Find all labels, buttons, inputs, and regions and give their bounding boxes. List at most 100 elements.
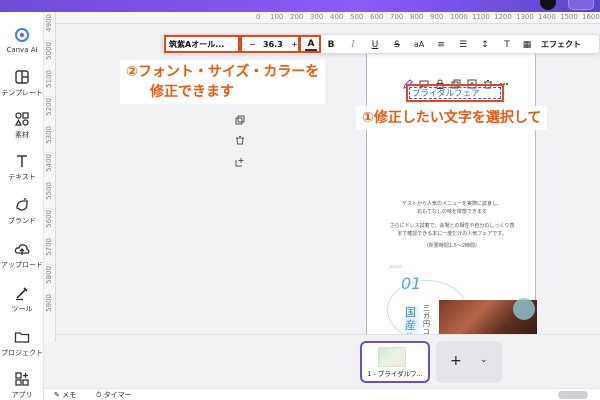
ruler-label: 4900 bbox=[45, 14, 53, 32]
copy-page-icon[interactable] bbox=[234, 114, 246, 126]
sidebar-item-label: Canva AI bbox=[6, 46, 38, 54]
ruler-label: 200 bbox=[290, 13, 304, 21]
vertical-ruler: 4900 5000 5100 5200 5300 5400 5500 5600 … bbox=[44, 12, 56, 342]
effects-button[interactable]: エフェクト bbox=[541, 38, 581, 52]
thumbnail-image bbox=[378, 347, 406, 367]
page-thumbnail[interactable]: 1 - ブライダルフ... bbox=[360, 341, 430, 383]
sidebar-item-label: テキスト bbox=[8, 173, 36, 181]
ruler-label: 1000 bbox=[450, 13, 468, 21]
selected-text[interactable]: ブライダルフェア bbox=[412, 87, 480, 99]
ruler-label: 5000 bbox=[45, 42, 53, 60]
chevron-down-icon[interactable]: ⌄ bbox=[480, 355, 488, 365]
bold-button[interactable]: B bbox=[323, 38, 339, 52]
letter-case-button[interactable]: aA bbox=[411, 38, 427, 52]
italic-button[interactable]: I bbox=[345, 38, 361, 52]
ruler-label: 5700 bbox=[45, 238, 53, 256]
template-icon bbox=[15, 70, 29, 84]
spacing-button[interactable]: ↕ bbox=[477, 38, 493, 52]
ruler-label: 5500 bbox=[45, 182, 53, 200]
folder-icon bbox=[14, 332, 30, 343]
font-hint-line-1: ②フォント・サイズ・カラーを bbox=[126, 64, 320, 80]
add-page-button[interactable]: + ⌄ bbox=[436, 341, 502, 383]
page-thumbnail-label: 1 - ブライダルフ... bbox=[367, 370, 423, 378]
size-highlight-box bbox=[240, 35, 300, 53]
notes-button[interactable]: ✎ メモ bbox=[54, 389, 76, 400]
ruler-label: 300 bbox=[310, 13, 324, 21]
ruler-label: 800 bbox=[410, 13, 424, 21]
status-bar: ✎ メモ ⏱ タイマー bbox=[44, 388, 600, 400]
notes-label: メモ bbox=[62, 391, 77, 399]
share-button[interactable] bbox=[568, 0, 594, 10]
select-hint-annotation: ①修正したい文字を選択して bbox=[356, 106, 548, 130]
page-paragraph-2[interactable]: さらにドレス試着で、会場との相性や自分のしっくり感 まで確認できる本に一度だけの… bbox=[367, 222, 537, 238]
sidebar-item-label: ツール bbox=[11, 305, 33, 313]
ruler-label: 1600 bbox=[582, 13, 600, 21]
sidebar-item-project[interactable]: プロジェクト bbox=[0, 328, 44, 358]
user-avatar[interactable] bbox=[540, 0, 556, 10]
zoom-slider[interactable] bbox=[558, 391, 588, 399]
delete-page-icon[interactable] bbox=[234, 134, 246, 146]
ruler-label: 1400 bbox=[538, 13, 556, 21]
sidebar-item-label: テンプレート bbox=[1, 89, 43, 97]
page-strip: 1 - ブライダルフ... + ⌄ bbox=[56, 334, 600, 388]
sidebar-item-brand[interactable]: ブランド bbox=[0, 196, 44, 226]
font-hint-annotation: ②フォント・サイズ・カラーを 修正できます bbox=[120, 60, 326, 104]
ruler-label: 5400 bbox=[45, 154, 53, 172]
upload-icon bbox=[14, 244, 30, 255]
font-highlight-box bbox=[164, 35, 240, 53]
plus-icon: + bbox=[450, 353, 462, 369]
top-app-bar bbox=[0, 0, 600, 12]
decorative-circle bbox=[513, 298, 535, 320]
ruler-label: 1500 bbox=[560, 13, 578, 21]
transparency-button[interactable]: ▦ bbox=[519, 38, 535, 52]
elements-icon bbox=[14, 112, 29, 126]
apps-icon bbox=[15, 372, 29, 386]
point-label[interactable]: point bbox=[389, 264, 402, 270]
sidebar-item-label: アップロード bbox=[1, 261, 43, 269]
ruler-label: 1300 bbox=[516, 13, 534, 21]
ruler-label: 5800 bbox=[45, 266, 53, 284]
ruler-label: 5200 bbox=[45, 98, 53, 116]
list-button[interactable]: ☰ bbox=[455, 38, 471, 52]
ruler-label: 100 bbox=[270, 13, 284, 21]
sidebar-item-upload[interactable]: アップロード bbox=[0, 240, 44, 270]
align-button[interactable]: ≡ bbox=[433, 38, 449, 52]
ruler-label: 1200 bbox=[494, 13, 512, 21]
brand-icon bbox=[16, 197, 28, 211]
ruler-label: 0 bbox=[256, 13, 261, 21]
text-selection[interactable]: ブライダルフェア bbox=[409, 87, 501, 99]
sidebar-item-apps[interactable]: アプリ bbox=[0, 370, 44, 400]
strikethrough-button[interactable]: S bbox=[389, 38, 405, 52]
ruler-label: 5600 bbox=[45, 210, 53, 228]
sidebar-item-tools[interactable]: ツール bbox=[0, 284, 44, 314]
color-highlight-box bbox=[299, 35, 321, 53]
underline-button[interactable]: U bbox=[367, 38, 383, 52]
sidebar-item-canva-ai[interactable]: Canva AI bbox=[0, 26, 44, 54]
vertical-text-button[interactable]: T bbox=[499, 38, 515, 52]
timer-button[interactable]: ⏱ タイマー bbox=[96, 389, 132, 400]
sidebar-item-template[interactable]: テンプレート bbox=[0, 68, 44, 98]
text-icon bbox=[17, 155, 27, 167]
ruler-label: 1100 bbox=[472, 13, 490, 21]
ruler-label: 700 bbox=[390, 13, 404, 21]
ruler-label: 5900 bbox=[45, 294, 53, 312]
ruler-label: 5300 bbox=[45, 126, 53, 144]
ruler-label: 500 bbox=[350, 13, 364, 21]
sidebar-item-label: プロジェクト bbox=[1, 349, 43, 357]
add-page-icon[interactable] bbox=[234, 156, 246, 168]
page-note[interactable]: （所要時間1.5～2時間） bbox=[367, 242, 537, 250]
canva-ai-icon bbox=[15, 28, 29, 42]
point-number[interactable]: 01 bbox=[401, 274, 421, 293]
font-hint-line-2: 修正できます bbox=[150, 84, 234, 100]
tools-icon bbox=[16, 287, 28, 301]
ruler-label: 400 bbox=[330, 13, 344, 21]
timer-label: タイマー bbox=[103, 391, 132, 399]
sidebar-item-label: 素材 bbox=[15, 131, 29, 139]
sidebar-item-elements[interactable]: 素材 bbox=[0, 110, 44, 140]
sidebar-item-label: アプリ bbox=[11, 391, 33, 399]
sidebar-item-label: ブランド bbox=[8, 217, 36, 225]
left-sidebar: Canva AI テンプレート 素材 テキスト ブランド アップロード ツール … bbox=[0, 12, 44, 400]
sidebar-item-text[interactable]: テキスト bbox=[0, 152, 44, 182]
page-paragraph-1[interactable]: ゲストから人気のメニューを実際に試食し、 おもてなしの味を体感できます bbox=[367, 200, 537, 216]
ruler-label: 5100 bbox=[45, 70, 53, 88]
